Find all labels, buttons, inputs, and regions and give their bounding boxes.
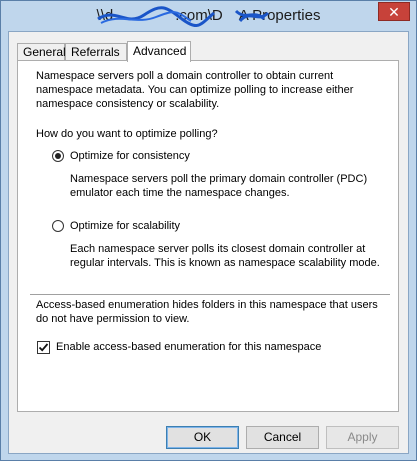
tab-advanced-label: Advanced <box>133 44 187 58</box>
checkmark-icon <box>38 343 49 352</box>
close-button[interactable]: ✕ <box>378 2 410 21</box>
radio-selected-dot <box>55 153 61 159</box>
tab-general[interactable]: General <box>17 43 66 61</box>
section-divider <box>30 294 390 295</box>
radio-optimize-scalability[interactable] <box>52 220 64 232</box>
option-consistency-description: Namespace servers poll the primary domai… <box>70 173 368 199</box>
abe-description: Access-based enumeration hides folders i… <box>36 299 378 325</box>
radio-optimize-consistency[interactable] <box>52 150 64 162</box>
redaction-scribble <box>97 6 270 28</box>
tab-general-label: General <box>23 45 66 59</box>
abe-checkbox-label[interactable]: Enable access-based enumeration for this… <box>56 340 321 354</box>
apply-button[interactable]: Apply <box>326 426 399 449</box>
option-consistency-label[interactable]: Optimize for consistency <box>70 149 190 163</box>
title-bar[interactable]: \\d .com\D A Properties ✕ <box>1 1 416 31</box>
option-scalability-label[interactable]: Optimize for scalability <box>70 219 180 233</box>
ok-button[interactable]: OK <box>166 426 239 449</box>
option-scalability-description: Each namespace server polls its closest … <box>70 243 380 269</box>
cancel-button[interactable]: Cancel <box>246 426 319 449</box>
properties-dialog: \\d .com\D A Properties ✕ General Referral… <box>0 0 417 461</box>
tab-advanced[interactable]: Advanced <box>127 41 191 62</box>
close-icon: ✕ <box>388 3 400 20</box>
tab-referrals[interactable]: Referrals <box>65 43 127 61</box>
dialog-client-area: General Referrals Advanced Namespace ser… <box>8 31 409 454</box>
polling-intro-text: Namespace servers poll a domain controll… <box>36 70 354 110</box>
abe-checkbox[interactable] <box>37 341 50 354</box>
advanced-tab-panel: Namespace servers poll a domain controll… <box>17 60 399 412</box>
tab-referrals-label: Referrals <box>71 45 120 59</box>
polling-question: How do you want to optimize polling? <box>36 128 218 140</box>
